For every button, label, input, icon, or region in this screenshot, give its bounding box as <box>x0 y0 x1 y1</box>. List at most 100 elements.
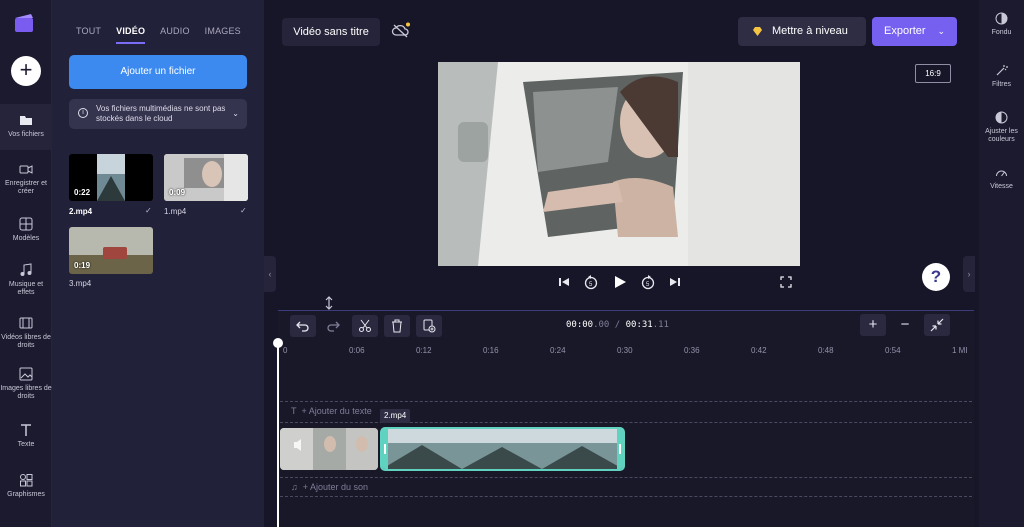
clip-frames <box>280 428 378 470</box>
clip-frames <box>382 429 623 469</box>
media-tabs: TOUT VIDÉO AUDIO IMAGES <box>76 26 241 44</box>
left-rail: + Vos fichiers Enregistrer et créer Modè… <box>0 0 52 527</box>
rail-item-label: Enregistrer et créer <box>4 180 48 195</box>
rail-item-your-files[interactable]: Vos fichiers <box>0 104 52 150</box>
skip-forward-icon[interactable] <box>667 274 683 290</box>
video-clip-2mp4-selected[interactable] <box>380 427 625 471</box>
add-file-button[interactable]: Ajouter un fichier <box>69 55 247 89</box>
rewind-5-icon[interactable]: 5 <box>583 274 599 290</box>
playhead[interactable] <box>277 342 279 527</box>
rail-item-adjust-colors[interactable]: Ajuster les couleurs <box>979 111 1024 144</box>
rail-item-record-create[interactable]: Enregistrer et créer <box>0 162 52 196</box>
collapse-right-panel-button[interactable]: › <box>963 256 975 292</box>
add-text-track[interactable]: T + Ajouter du texte <box>291 406 372 416</box>
play-icon[interactable] <box>612 274 628 290</box>
rail-item-label: Fondu <box>991 29 1012 36</box>
rail-item-label: Graphismes <box>7 491 45 498</box>
right-rail: Fondu Filtres Ajuster les couleurs Vites… <box>979 0 1024 527</box>
rail-item-label: Vos fichiers <box>8 131 44 138</box>
preview-frame <box>438 62 800 266</box>
aspect-ratio-button[interactable]: 16:9 <box>915 64 951 83</box>
rail-item-fade[interactable]: Fondu <box>979 12 1024 37</box>
rail-item-graphics[interactable]: Graphismes <box>0 473 52 499</box>
collapse-arrows-icon <box>930 318 944 332</box>
rail-item-label: Modèles <box>12 235 40 242</box>
rail-item-stock-images[interactable]: Images libres de droits <box>0 367 52 401</box>
rail-item-music-effects[interactable]: Musique et effets <box>0 263 52 297</box>
duplicate-icon <box>423 319 436 333</box>
chevron-down-icon: ⌄ <box>232 109 239 118</box>
media-thumbnail-2mp4[interactable]: 0:22 <box>69 154 153 201</box>
help-button[interactable]: ? <box>922 263 950 291</box>
tab-all[interactable]: TOUT <box>76 26 101 44</box>
add-audio-track[interactable]: ♫ + Ajouter du son <box>291 482 368 492</box>
undo-icon <box>296 321 309 332</box>
skip-back-icon[interactable] <box>556 274 572 290</box>
ruler-tick-label: 0:36 <box>684 346 700 355</box>
resize-handle-icon[interactable] <box>322 296 336 310</box>
media-thumbnail-3mp4[interactable]: 0:19 <box>69 227 153 274</box>
rail-item-stock-videos[interactable]: Vidéos libres de droits <box>0 316 52 350</box>
time-separator: / <box>609 320 626 330</box>
fit-timeline-button[interactable] <box>924 314 950 336</box>
total-time-frames: .11 <box>652 320 669 330</box>
svg-text:5: 5 <box>589 282 593 288</box>
project-title[interactable]: Vidéo sans titre <box>282 18 380 46</box>
scissors-icon <box>359 319 371 332</box>
tab-video[interactable]: VIDÉO <box>116 26 146 44</box>
thumbnail-duration: 0:22 <box>74 188 91 197</box>
thumbnail-duration: 0:19 <box>74 261 91 270</box>
text-icon <box>21 424 31 436</box>
cloud-notice[interactable]: i Vos fichiers multimédias ne sont pas s… <box>69 99 247 129</box>
zoom-out-button[interactable]: − <box>892 314 918 336</box>
cloud-notice-text: Vos fichiers multimédias ne sont pas sto… <box>96 104 226 123</box>
music-note-icon: ♫ <box>291 482 303 492</box>
timecode: 00:00.00 / 00:31.11 <box>566 320 669 330</box>
collapse-panel-button[interactable]: ‹ <box>264 256 276 292</box>
image-icon <box>19 367 33 381</box>
rail-item-speed[interactable]: Vitesse <box>979 166 1024 191</box>
rail-item-label: Musique et effets <box>8 281 44 296</box>
current-time: 00:00 <box>566 320 594 330</box>
video-clip-1mp4[interactable] <box>280 428 378 470</box>
contrast-icon <box>995 111 1008 124</box>
redo-button[interactable] <box>320 315 346 337</box>
rail-item-label: Ajuster les couleurs <box>985 128 1018 143</box>
tab-audio[interactable]: AUDIO <box>160 26 190 44</box>
rail-item-templates[interactable]: Modèles <box>0 217 52 243</box>
tab-images[interactable]: IMAGES <box>205 26 241 44</box>
track-divider <box>280 477 972 478</box>
trash-icon <box>392 319 402 333</box>
templates-icon <box>19 217 33 231</box>
media-thumbnail-1mp4[interactable]: 0:09 <box>164 154 248 201</box>
rail-item-label: Texte <box>17 441 35 448</box>
music-icon <box>20 263 32 276</box>
playhead-handle[interactable] <box>273 338 283 348</box>
zoom-in-button[interactable]: + <box>860 314 886 336</box>
rail-item-filters[interactable]: Filtres <box>979 64 1024 89</box>
create-button[interactable]: + <box>11 56 41 86</box>
upgrade-button[interactable]: Mettre à niveau <box>738 17 866 46</box>
ruler-tick-label: 0:12 <box>416 346 432 355</box>
fullscreen-icon[interactable] <box>778 274 794 290</box>
shapes-icon <box>20 474 33 487</box>
cloud-off-icon[interactable] <box>391 22 411 40</box>
file-name: 2.mp4 <box>69 207 93 216</box>
undo-button[interactable] <box>290 315 316 337</box>
forward-5-icon[interactable]: 5 <box>640 274 656 290</box>
export-button[interactable]: Exporter ⌄ <box>872 17 957 46</box>
add-text-label: + Ajouter du texte <box>301 406 372 416</box>
ruler-tick-label: 0:16 <box>483 346 499 355</box>
check-icon: ✓ <box>240 206 247 215</box>
check-icon: ✓ <box>145 206 152 215</box>
diamond-icon <box>753 27 762 36</box>
rail-item-label: Vidéos libres de droits <box>1 334 51 349</box>
duplicate-button[interactable] <box>416 315 442 337</box>
ruler-tick-label: 0:42 <box>751 346 767 355</box>
rail-item-text[interactable]: Texte <box>0 423 52 449</box>
split-button[interactable] <box>352 315 378 337</box>
export-label: Exporter <box>884 25 926 37</box>
redo-icon <box>327 321 340 332</box>
video-preview[interactable] <box>438 62 800 266</box>
delete-button[interactable] <box>384 315 410 337</box>
